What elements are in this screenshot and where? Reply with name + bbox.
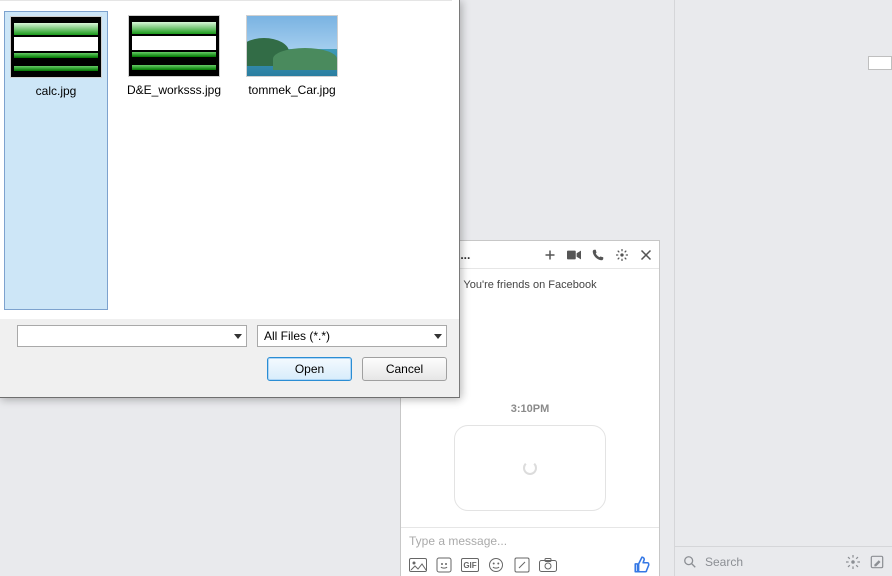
phone-icon[interactable] (591, 248, 605, 262)
emoji-icon[interactable] (487, 556, 505, 574)
chat-composer: Type a message... GIF (401, 527, 659, 576)
search-input[interactable]: Search (705, 555, 743, 569)
gear-icon[interactable] (615, 248, 629, 262)
close-icon[interactable] (639, 248, 653, 262)
camera-icon[interactable] (539, 556, 557, 574)
friend-notice: You're friends on Facebook (463, 279, 596, 291)
file-thumbnail (246, 15, 338, 77)
file-name: tommek_Car.jpg (248, 83, 335, 97)
file-name: calc.jpg (36, 84, 77, 98)
sticker-icon[interactable] (435, 556, 453, 574)
chevron-down-icon (234, 334, 242, 339)
file-name: D&E_worksss.jpg (127, 83, 221, 97)
message-timestamp: 3:10PM (511, 403, 550, 415)
file-thumbnail (128, 15, 220, 77)
sidebar-widget (868, 56, 892, 70)
chat-input[interactable]: Type a message... (409, 534, 651, 552)
chevron-down-icon (434, 334, 442, 339)
file-item[interactable]: D&E_worksss.jpg (122, 11, 226, 310)
sidebar-search-row: Search (675, 546, 892, 576)
cancel-button[interactable]: Cancel (362, 357, 447, 381)
file-item[interactable]: calc.jpg (4, 11, 108, 310)
compose-icon[interactable] (870, 555, 884, 569)
message-bubble (454, 425, 606, 511)
loading-spinner-icon (523, 461, 537, 475)
video-icon[interactable] (567, 248, 581, 262)
add-icon[interactable] (543, 248, 557, 262)
file-list: calc.jpg D&E_worksss.jpg tommek_Car.jpg (0, 0, 452, 320)
like-icon[interactable] (633, 556, 651, 574)
filename-combo[interactable] (17, 325, 247, 347)
dialog-bottom-bar: All Files (*.*) Open Cancel (0, 319, 459, 397)
file-thumbnail (10, 16, 102, 78)
right-sidebar: Search (674, 0, 892, 576)
file-type-filter[interactable]: All Files (*.*) (257, 325, 447, 347)
gear-icon[interactable] (846, 555, 860, 569)
gif-icon[interactable]: GIF (461, 556, 479, 574)
attachment-icon[interactable] (513, 556, 531, 574)
file-open-dialog: calc.jpg D&E_worksss.jpg tommek_Car.jpg (0, 0, 460, 398)
file-type-filter-label: All Files (*.*) (264, 329, 330, 343)
search-icon (683, 555, 697, 569)
open-button[interactable]: Open (267, 357, 352, 381)
file-item[interactable]: tommek_Car.jpg (240, 11, 344, 310)
photo-icon[interactable] (409, 556, 427, 574)
